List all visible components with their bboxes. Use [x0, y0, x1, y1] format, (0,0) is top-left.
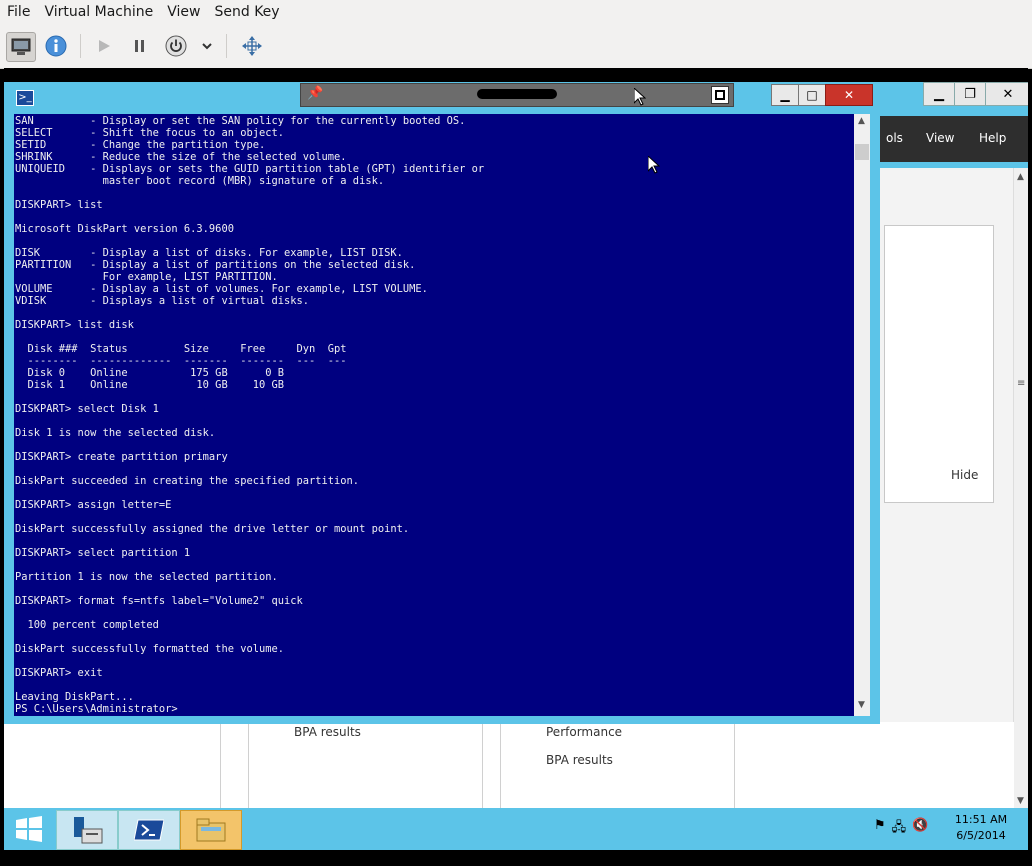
ps-maximize-button[interactable]: □ — [798, 84, 826, 106]
power-button[interactable] — [162, 32, 190, 60]
hide-link[interactable]: Hide — [951, 468, 978, 482]
remote-connection-bar: 📌 — [300, 83, 734, 107]
taskbar-powershell[interactable] — [118, 810, 180, 850]
menu-virtual-machine[interactable]: Virtual Machine — [37, 4, 160, 20]
console-scroll-up-icon[interactable]: ▲ — [858, 116, 865, 126]
server-manager-icon — [74, 817, 103, 844]
guest-cursor-icon — [647, 154, 661, 178]
sm-menu-view[interactable]: View — [926, 131, 954, 145]
monitor-icon — [11, 38, 31, 55]
mouse-cursor-icon — [633, 86, 647, 110]
flag-icon[interactable]: ⚑ — [874, 818, 886, 840]
host-menubar: File Virtual Machine View Send Key — [0, 0, 1032, 24]
welcome-panel: Hide — [884, 225, 994, 503]
console-output[interactable]: SAN - Display or set the SAN policy for … — [14, 114, 854, 716]
network-icon[interactable]: 🖧 — [892, 818, 907, 840]
play-button[interactable] — [90, 32, 118, 60]
pin-icon[interactable]: 📌 — [307, 86, 323, 101]
scroll-grip-icon[interactable]: ≡ — [1017, 378, 1025, 389]
play-icon — [99, 40, 110, 52]
sm-menu-tools[interactable]: ols — [886, 131, 903, 145]
fullscreen-toggle-icon[interactable] — [711, 86, 729, 104]
fit-window-button[interactable] — [238, 32, 266, 60]
vm-display[interactable]: ▁ ❐ ✕ ols View Help Hide ▲ ≡ ▼ BPA resul… — [4, 68, 1028, 862]
folder-icon — [196, 818, 226, 842]
scroll-up-arrow-icon[interactable]: ▲ — [1017, 172, 1024, 182]
taskbar-clock[interactable]: 11:51 AM 6/5/2014 — [942, 812, 1020, 844]
server-manager-window-controls: ▁ ❐ ✕ — [923, 82, 1028, 106]
console-view-button[interactable] — [6, 32, 36, 62]
chevron-down-icon — [202, 43, 212, 50]
tile-performance[interactable]: Performance — [546, 725, 622, 739]
console-scroll-down-icon[interactable]: ▼ — [858, 700, 865, 710]
clock-time: 11:51 AM — [954, 813, 1008, 826]
console-text: SAN - Display or set the SAN policy for … — [15, 115, 485, 715]
menu-view[interactable]: View — [160, 4, 207, 20]
power-icon — [165, 35, 187, 57]
sm-restore-button[interactable]: ❐ — [954, 82, 986, 106]
server-manager-content: Hide — [880, 168, 1013, 812]
scroll-down-arrow-icon[interactable]: ▼ — [1017, 796, 1024, 806]
windows-logo-icon — [16, 816, 42, 842]
sm-scrollbar[interactable]: ▲ ≡ ▼ — [1013, 168, 1028, 812]
powershell-icon — [134, 819, 164, 841]
windows-taskbar: ⚑ 🖧 🔇 11:51 AM 6/5/2014 — [4, 808, 1028, 850]
tile-bpa-results[interactable]: BPA results — [294, 725, 361, 739]
ps-close-button[interactable]: ✕ — [825, 84, 873, 106]
sm-minimize-button[interactable]: ▁ — [923, 82, 955, 106]
taskbar-server-manager[interactable] — [56, 810, 118, 850]
server-manager-menubar: ols View Help — [880, 116, 1028, 162]
sm-menu-help[interactable]: Help — [979, 131, 1006, 145]
console-scrollbar[interactable]: ▲ ▼ — [854, 114, 870, 716]
notification-area: ⚑ 🖧 🔇 — [874, 818, 928, 840]
power-dropdown-button[interactable] — [194, 32, 220, 60]
volume-muted-icon[interactable]: 🔇 — [912, 818, 928, 840]
redacted-title — [477, 89, 557, 99]
pause-button[interactable] — [126, 32, 154, 60]
tile-bpa-results-2[interactable]: BPA results — [546, 753, 613, 767]
clock-date: 6/5/2014 — [956, 829, 1006, 842]
host-toolbar — [0, 24, 1032, 69]
menu-send-key[interactable]: Send Key — [207, 4, 286, 20]
server-manager-tiles: BPA results Performance BPA results — [4, 722, 1014, 810]
pause-icon — [135, 40, 144, 52]
info-icon — [45, 35, 67, 57]
console-scroll-thumb[interactable] — [855, 144, 869, 160]
powershell-icon[interactable]: >_ — [16, 90, 34, 106]
fit-window-icon — [242, 36, 262, 56]
menu-file[interactable]: File — [0, 4, 37, 20]
server-manager-window: ▁ ❐ ✕ ols View Help Hide ▲ ≡ ▼ — [876, 82, 1028, 812]
details-button[interactable] — [42, 32, 70, 60]
sm-close-button[interactable]: ✕ — [985, 82, 1028, 106]
powershell-window-controls: ▁ □ ✕ — [771, 84, 873, 106]
taskbar-file-explorer[interactable] — [180, 810, 242, 850]
ps-minimize-button[interactable]: ▁ — [771, 84, 799, 106]
powershell-window: >_ ▁ □ ✕ SAN - Display or set the SAN po… — [4, 82, 880, 724]
start-button[interactable] — [16, 816, 42, 846]
